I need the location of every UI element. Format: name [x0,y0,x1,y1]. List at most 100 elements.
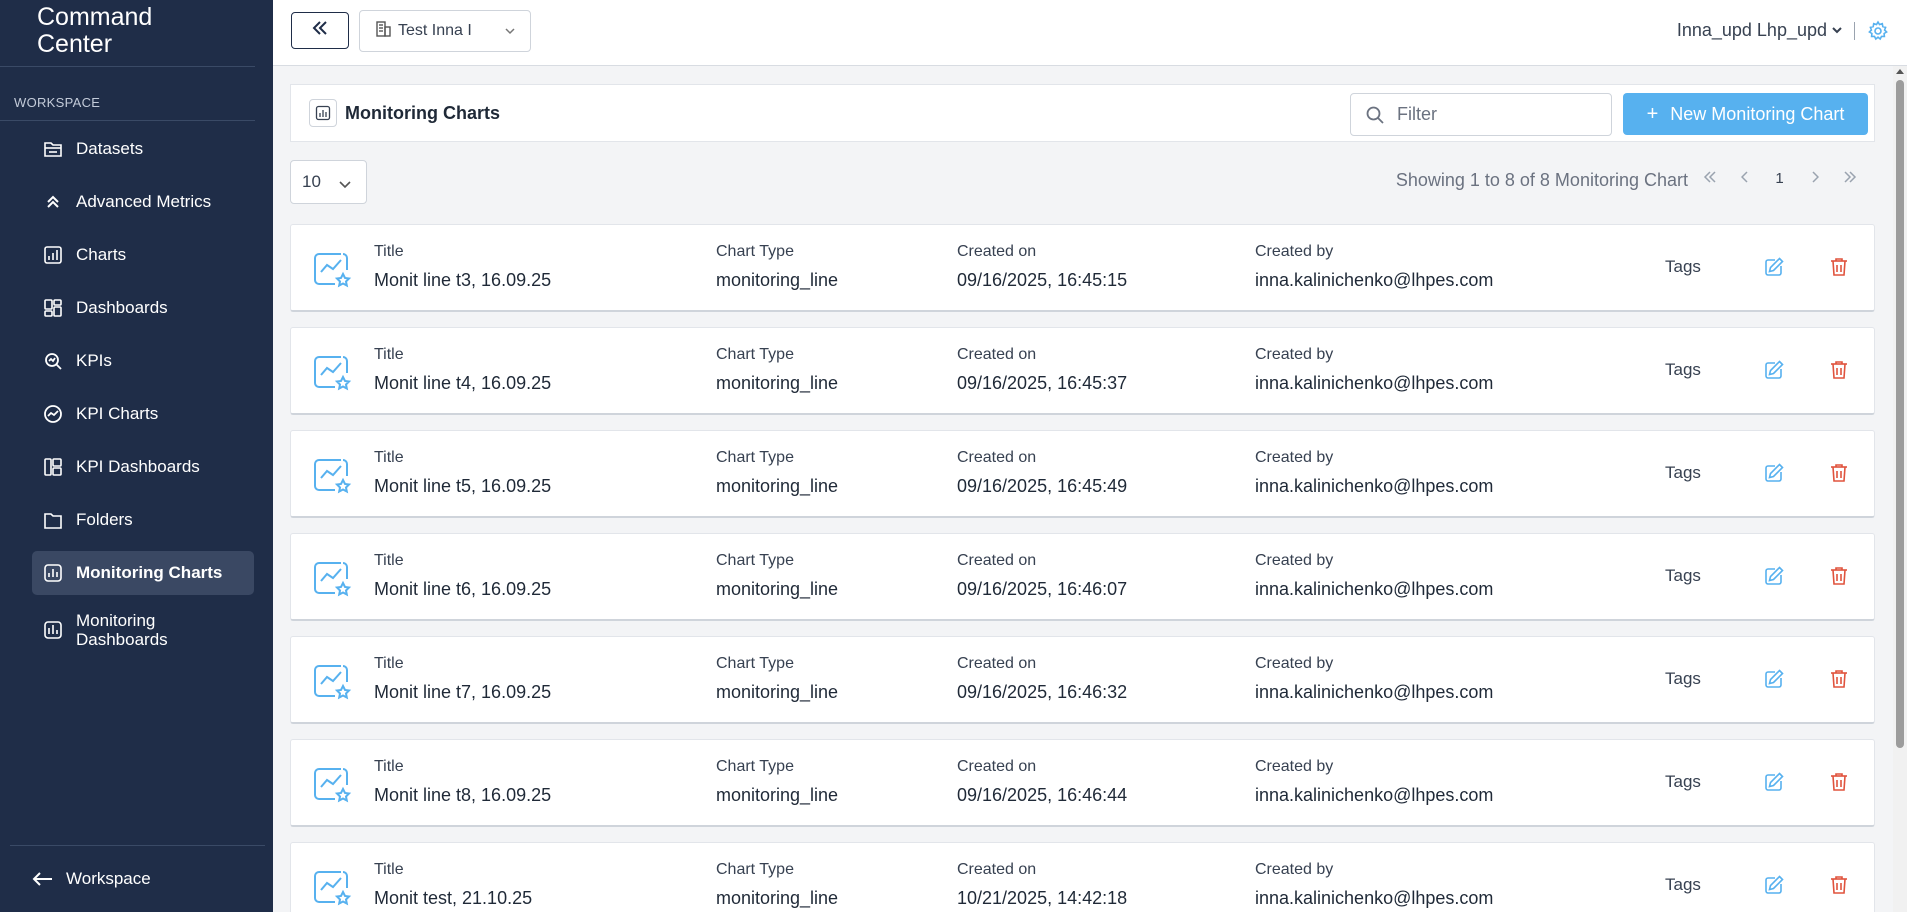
sidebar-item-kpi-charts[interactable]: KPI Charts [32,392,254,436]
prev-page-icon[interactable] [1727,170,1762,187]
sidebar-item-monitoring-dashboards[interactable]: Monitoring Dashboards [32,602,254,658]
page-size-select[interactable]: 10 [290,160,367,204]
sidebar: Command Center WORKSPACE Datasets Advanc… [0,0,273,912]
created-on-cell: Created on 09/16/2025, 16:46:32 [957,655,1127,703]
sidebar-item-kpi-dashboards[interactable]: KPI Dashboards [32,445,254,489]
monitoring-chart-thumbnail-icon [311,660,353,707]
sidebar-item-dashboards[interactable]: Dashboards [32,286,254,330]
created-by-label: Created by [1255,243,1334,260]
app-title-line2: Center [37,30,113,58]
delete-icon[interactable] [1829,874,1849,901]
scroll-up-arrow[interactable] [1896,69,1904,74]
title-label: Title [374,655,404,672]
created-by-value: inna.kalinichenko@lhpes.com [1255,888,1494,908]
gear-icon[interactable] [1867,20,1889,47]
title-cell: Title Monit line t7, 16.09.25 [374,655,551,703]
chevrons-left-icon [311,21,329,40]
scrollbar[interactable] [1893,66,1907,912]
filter-input[interactable]: Filter [1350,93,1612,136]
delete-icon[interactable] [1829,668,1849,695]
title-label: Title [374,758,404,775]
list-item[interactable]: Title Monit line t3, 16.09.25 Chart Type… [290,224,1875,312]
list-item[interactable]: Title Monit line t6, 16.09.25 Chart Type… [290,533,1875,621]
edit-icon[interactable] [1763,565,1785,592]
created-by-cell: Created by inna.kalinichenko@lhpes.com [1255,552,1493,600]
pagination-summary: Showing 1 to 8 of 8 Monitoring Chart [1395,170,1688,190]
edit-icon[interactable] [1763,256,1785,283]
edit-icon[interactable] [1763,668,1785,695]
last-page-icon[interactable] [1832,170,1867,187]
scroll-thumb[interactable] [1896,80,1904,748]
chart-type-value: monitoring_line [716,579,839,599]
chart-type-label: Chart Type [716,552,794,569]
workspace-select[interactable]: Test Inna I [359,10,531,52]
list-item[interactable]: Title Monit line t8, 16.09.25 Chart Type… [290,739,1875,827]
sidebar-item-charts[interactable]: Charts [32,233,254,277]
title-value[interactable]: Monit line t7, 16.09.25 [374,682,551,703]
edit-icon[interactable] [1763,771,1785,798]
panel-header: Monitoring Charts Filter + New Monitorin… [290,84,1875,142]
created-by-value: inna.kalinichenko@lhpes.com [1255,373,1494,393]
sidebar-item-label: Datasets [76,139,144,158]
sidebar-item-label: Folders [76,510,133,529]
title-value[interactable]: Monit line t8, 16.09.25 [374,785,551,806]
title-value[interactable]: Monit test, 21.10.25 [374,888,532,909]
created-by-label: Created by [1255,655,1334,672]
first-page-icon[interactable] [1692,170,1727,187]
collapse-sidebar-button[interactable] [291,12,349,49]
list-item[interactable]: Title Monit line t7, 16.09.25 Chart Type… [290,636,1875,724]
sidebar-item-datasets[interactable]: Datasets [32,127,254,171]
chart-type-value: monitoring_line [716,476,839,496]
created-on-label: Created on [957,449,1037,466]
created-on-label: Created on [957,552,1037,569]
delete-icon[interactable] [1829,256,1849,283]
title-value[interactable]: Monit line t5, 16.09.25 [374,476,551,497]
title-value[interactable]: Monit line t4, 16.09.25 [374,373,551,394]
created-by-value: inna.kalinichenko@lhpes.com [1255,785,1494,805]
list-item[interactable]: Title Monit test, 21.10.25 Chart Type mo… [290,842,1875,912]
sidebar-item-kpis[interactable]: KPIs [32,339,254,383]
next-page-icon[interactable] [1797,170,1832,187]
title-cell: Title Monit line t8, 16.09.25 [374,758,551,806]
sidebar-item-label: Charts [76,245,127,264]
tags-button[interactable]: Tags [1665,360,1701,380]
created-by-cell: Created by inna.kalinichenko@lhpes.com [1255,758,1493,806]
created-by-value: inna.kalinichenko@lhpes.com [1255,579,1494,599]
edit-icon[interactable] [1763,462,1785,489]
current-page[interactable]: 1 [1762,170,1797,187]
sidebar-item-monitoring-charts[interactable]: Monitoring Charts [32,551,254,595]
tags-button[interactable]: Tags [1665,257,1701,277]
delete-icon[interactable] [1829,771,1849,798]
sidebar-item-label: KPI Charts [76,404,159,423]
tags-button[interactable]: Tags [1665,772,1701,792]
back-to-workspace-label: Workspace [66,869,151,888]
sidebar-item-advanced-metrics[interactable]: Advanced Metrics [32,180,254,224]
delete-icon[interactable] [1829,359,1849,386]
new-monitoring-chart-button[interactable]: + New Monitoring Chart [1623,93,1868,135]
chart-type-cell: Chart Type monitoring_line [716,552,838,600]
edit-icon[interactable] [1763,874,1785,901]
back-to-workspace-link[interactable]: Workspace [10,845,265,912]
monitoring-chart-thumbnail-icon [311,248,353,295]
page-title: Monitoring Charts [345,102,500,123]
sidebar-item-folders[interactable]: Folders [32,498,254,542]
app-logo-text: Command Center [0,0,255,67]
monitoring-dashboard-icon [42,619,64,641]
title-cell: Title Monit line t6, 16.09.25 [374,552,551,600]
list-item[interactable]: Title Monit line t5, 16.09.25 Chart Type… [290,430,1875,518]
user-menu[interactable]: Inna_upd Lhp_upd [1677,20,1843,41]
kpi-dashboard-icon [42,456,64,478]
delete-icon[interactable] [1829,462,1849,489]
edit-icon[interactable] [1763,359,1785,386]
list-item[interactable]: Title Monit line t4, 16.09.25 Chart Type… [290,327,1875,415]
delete-icon[interactable] [1829,565,1849,592]
title-value[interactable]: Monit line t6, 16.09.25 [374,579,551,600]
created-by-cell: Created by inna.kalinichenko@lhpes.com [1255,655,1493,703]
tags-button[interactable]: Tags [1665,875,1701,895]
tags-button[interactable]: Tags [1665,463,1701,483]
tags-button[interactable]: Tags [1665,566,1701,586]
created-by-cell: Created by inna.kalinichenko@lhpes.com [1255,449,1493,497]
tags-button[interactable]: Tags [1665,669,1701,689]
search-icon [1365,105,1385,125]
title-value[interactable]: Monit line t3, 16.09.25 [374,270,551,291]
